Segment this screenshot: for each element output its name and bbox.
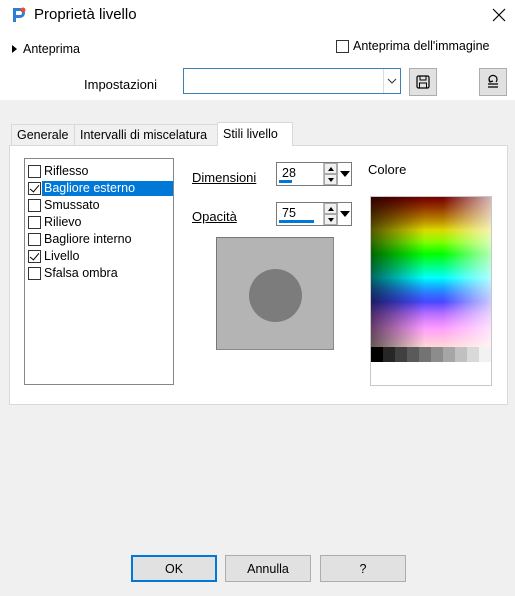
style-item-label: Riflesso — [44, 164, 89, 178]
layer-style-list[interactable]: Riflesso Bagliore esterno Smussato Rilievo B… — [24, 158, 174, 385]
style-checkbox[interactable] — [28, 165, 41, 178]
style-item-label: Sfalsa ombra — [44, 266, 118, 280]
style-item-smussato[interactable]: Smussato — [27, 197, 173, 214]
style-item-rilievo[interactable]: Rilievo — [27, 214, 173, 231]
opacita-value[interactable]: 75 — [282, 206, 296, 220]
opacita-spinner[interactable]: 75 — [276, 202, 352, 226]
paintshop-icon — [10, 6, 28, 24]
save-preset-button[interactable] — [409, 68, 437, 96]
opacita-label-text: Opacità — [192, 209, 237, 224]
dimensioni-label-text: Dimensioni — [192, 170, 257, 185]
dimensioni-spinner[interactable]: 28 — [276, 162, 352, 186]
tab-stili-livello[interactable]: Stili livello — [217, 122, 293, 146]
preview-toggle[interactable]: Anteprima — [12, 41, 80, 57]
window-title: Proprietà livello — [34, 6, 137, 23]
style-checkbox[interactable] — [28, 182, 41, 195]
decrement-arrow-icon[interactable] — [324, 174, 337, 185]
style-item-livello[interactable]: Livello — [27, 248, 173, 265]
checkbox-box[interactable] — [336, 39, 349, 53]
opacita-label: Opacità — [192, 209, 237, 224]
decrement-arrow-icon[interactable] — [324, 214, 337, 225]
style-checkbox[interactable] — [28, 267, 41, 280]
settings-dropdown[interactable] — [183, 68, 401, 94]
style-checkbox[interactable] — [28, 199, 41, 212]
reset-icon — [488, 74, 498, 88]
preview-shape — [249, 269, 302, 322]
opacita-level-bar — [279, 220, 314, 223]
colore-label: Colore — [368, 162, 407, 177]
style-item-bagliore-interno[interactable]: Bagliore interno — [27, 231, 173, 248]
ok-button[interactable]: OK — [131, 555, 217, 582]
dimensioni-value[interactable]: 28 — [282, 166, 296, 180]
dimensioni-level-bar — [279, 180, 292, 183]
dropdown-arrow-icon[interactable] — [337, 163, 351, 185]
style-checkbox[interactable] — [28, 216, 41, 229]
increment-arrow-icon[interactable] — [324, 203, 337, 214]
style-checkbox[interactable] — [28, 250, 41, 263]
style-item-label: Rilievo — [44, 215, 82, 229]
grayscale-swatches[interactable] — [371, 347, 491, 362]
tab-generale[interactable]: Generale — [11, 124, 75, 145]
expand-arrow-icon — [12, 45, 17, 53]
image-preview-checkbox[interactable]: Anteprima dell'immagine — [336, 39, 489, 53]
dropdown-arrow-icon[interactable] — [337, 203, 351, 225]
tab-intervalli-miscelatura[interactable]: Intervalli di miscelatura — [74, 124, 218, 145]
style-item-riflesso[interactable]: Riflesso — [27, 163, 173, 180]
style-checkbox[interactable] — [28, 233, 41, 246]
increment-arrow-icon[interactable] — [324, 163, 337, 174]
style-item-bagliore-esterno[interactable]: Bagliore esterno — [27, 180, 173, 197]
reset-button[interactable] — [479, 68, 507, 96]
style-item-label: Livello — [44, 249, 80, 263]
chevron-down-icon[interactable] — [383, 69, 400, 93]
color-spectrum[interactable] — [371, 197, 491, 347]
style-item-label: Bagliore esterno — [42, 181, 173, 196]
dimensioni-label: Dimensioni — [192, 170, 256, 185]
style-item-label: Bagliore interno — [44, 232, 132, 246]
image-preview-label: Anteprima dell'immagine — [353, 39, 490, 53]
style-item-label: Smussato — [44, 198, 100, 212]
style-item-sfalsa-ombra[interactable]: Sfalsa ombra — [27, 265, 173, 282]
cancel-button[interactable]: Annulla — [225, 555, 311, 582]
settings-label: Impostazioni — [84, 77, 157, 92]
save-icon — [416, 75, 430, 89]
help-button[interactable]: ? — [320, 555, 406, 582]
preview-toggle-label: Anteprima — [23, 42, 80, 56]
close-icon[interactable] — [489, 5, 509, 25]
